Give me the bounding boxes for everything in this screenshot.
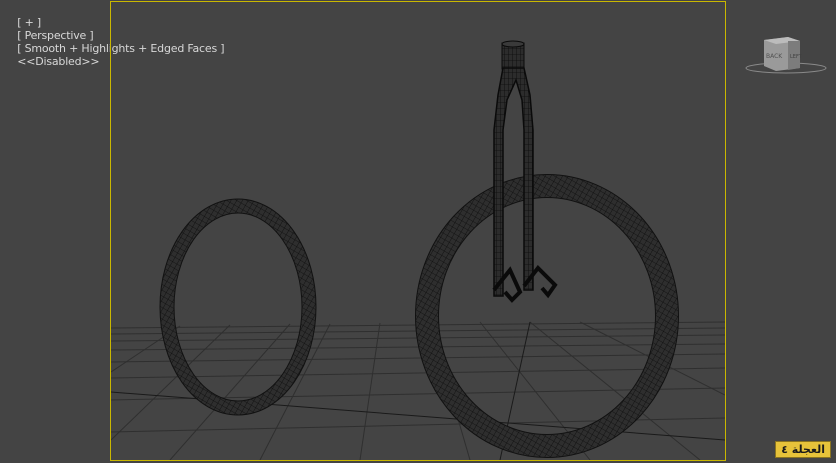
left-wheel-rim[interactable] bbox=[159, 198, 317, 416]
bicycle-fork[interactable] bbox=[492, 40, 558, 303]
viewcube-icon[interactable]: BACK LEFT bbox=[744, 34, 828, 76]
object-name-badge: العجلة ٤ bbox=[775, 441, 831, 458]
viewcube-side-face: LEFT bbox=[790, 54, 803, 60]
viewcube-front-face: BACK bbox=[766, 53, 783, 60]
scene-canvas bbox=[111, 40, 725, 460]
perspective-viewport[interactable]: [ + ] [ Perspective ] [ Smooth + Highlig… bbox=[0, 0, 836, 463]
front-wheel-rim[interactable] bbox=[415, 174, 679, 458]
